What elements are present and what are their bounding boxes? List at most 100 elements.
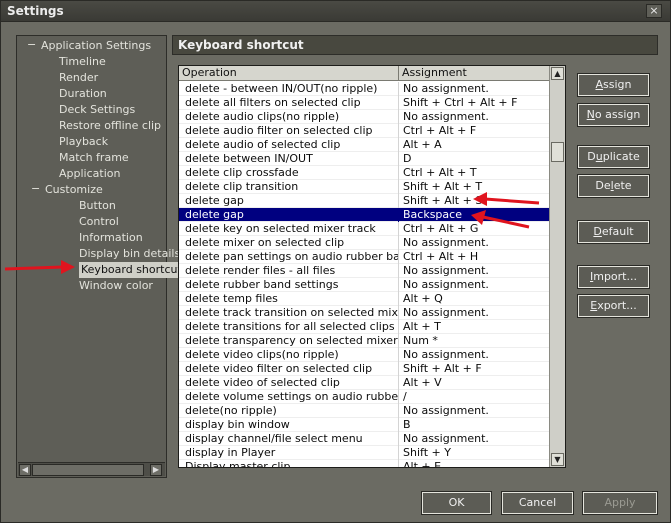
operation-cell: display channel/file select menu xyxy=(179,432,399,446)
operation-cell: delete gap xyxy=(179,194,399,208)
operation-cell: delete(no ripple) xyxy=(179,404,399,418)
annotation-arrow-icon xyxy=(471,210,530,229)
tree-item[interactable]: Duration xyxy=(59,86,107,102)
collapse-icon[interactable]: − xyxy=(31,182,40,195)
tree-item[interactable]: Application Settings xyxy=(41,38,151,54)
shortcut-table[interactable]: Operation Assignment delete - between IN… xyxy=(178,65,566,468)
tree-item[interactable]: Customize xyxy=(45,182,103,198)
table-row[interactable]: delete video of selected clip Alt + V xyxy=(179,376,550,390)
apply-button[interactable]: Apply xyxy=(582,491,658,515)
table-row[interactable]: delete mixer on selected clip No assignme… xyxy=(179,236,550,250)
assignment-cell: Alt + V xyxy=(403,376,442,389)
operation-cell: delete clip transition xyxy=(179,180,399,194)
assignment-cell: Alt + Q xyxy=(403,292,443,305)
tree-item[interactable]: Render xyxy=(59,70,98,86)
table-row[interactable]: delete video clips(no ripple) No assignme… xyxy=(179,348,550,362)
tree-item[interactable]: Match frame xyxy=(59,150,129,166)
scroll-right-icon[interactable]: ▶ xyxy=(150,464,162,476)
table-row[interactable]: delete track transition on selected mixe… xyxy=(179,306,550,320)
tree-item[interactable]: Application xyxy=(59,166,120,182)
tree-horizontal-scrollbar[interactable]: ◀ ▶ xyxy=(18,462,165,476)
delete-button[interactable]: Delete xyxy=(577,174,650,198)
no-assign-label-accel: N xyxy=(586,108,595,121)
table-row[interactable]: delete pan settings on audio rubber band… xyxy=(179,250,550,264)
title-bar: Settings × xyxy=(1,1,670,22)
column-header-assignment[interactable]: Assignment xyxy=(399,66,550,81)
operation-cell: delete volume settings on audio rubber b… xyxy=(179,390,399,404)
table-row[interactable]: delete rubber band settings No assignment… xyxy=(179,278,550,292)
table-row[interactable]: delete audio of selected clip Alt + A xyxy=(179,138,550,152)
tree-item[interactable]: Information xyxy=(79,230,143,246)
operation-cell: delete all filters on selected clip xyxy=(179,96,399,110)
export-button[interactable]: Export... xyxy=(577,294,650,318)
table-row[interactable]: delete render files - all files No assign… xyxy=(179,264,550,278)
table-row[interactable]: delete audio filter on selected clip Ctrl… xyxy=(179,124,550,138)
assignment-cell: No assignment. xyxy=(403,82,489,95)
table-row[interactable]: display channel/file select menu No assig… xyxy=(179,432,550,446)
tree-item[interactable]: Timeline xyxy=(59,54,106,70)
annotation-arrow-icon xyxy=(4,260,75,274)
table-row[interactable]: delete all filters on selected clip Shift… xyxy=(179,96,550,110)
settings-window: Settings × ◀ ▶ − Application Settings Time… xyxy=(0,0,671,523)
duplicate-button[interactable]: Duplicate xyxy=(577,145,650,169)
assignment-cell: Ctrl + Alt + T xyxy=(403,166,477,179)
default-button[interactable]: Default xyxy=(577,220,650,244)
collapse-icon[interactable]: − xyxy=(27,38,36,51)
operation-cell: delete - between IN/OUT(no ripple) xyxy=(179,82,399,96)
operation-cell: delete video filter on selected clip xyxy=(179,362,399,376)
tree-item[interactable]: Deck Settings xyxy=(59,102,135,118)
table-row[interactable]: delete temp files Alt + Q xyxy=(179,292,550,306)
tree-item[interactable]: Display bin details xyxy=(79,246,180,262)
operation-cell: delete video of selected clip xyxy=(179,376,399,390)
assignment-cell: Alt + E xyxy=(403,460,442,468)
operation-cell: delete track transition on selected mixe… xyxy=(179,306,399,320)
close-icon[interactable]: × xyxy=(646,4,662,18)
tree-item[interactable]: Button xyxy=(79,198,116,214)
table-row[interactable]: delete transitions for all selected clip… xyxy=(179,320,550,334)
assignment-cell: No assignment. xyxy=(403,278,489,291)
table-row[interactable]: delete clip crossfade Ctrl + Alt + T xyxy=(179,166,550,180)
scroll-thumb[interactable] xyxy=(32,464,144,476)
assignment-cell: / xyxy=(403,390,407,403)
table-row[interactable]: delete video filter on selected clip Shif… xyxy=(179,362,550,376)
tree-item[interactable]: Window color xyxy=(79,278,153,294)
assignment-cell: No assignment. xyxy=(403,348,489,361)
assignment-cell: Ctrl + Alt + H xyxy=(403,250,479,263)
import-button[interactable]: Import... xyxy=(577,265,650,289)
operation-cell: delete between IN/OUT xyxy=(179,152,399,166)
tree-item[interactable]: Keyboard shortcut xyxy=(79,262,184,278)
scroll-left-icon[interactable]: ◀ xyxy=(19,464,31,476)
assignment-cell: No assignment. xyxy=(403,306,489,319)
cancel-button[interactable]: Cancel xyxy=(501,491,574,515)
assignment-cell: Shift + Y xyxy=(403,446,451,459)
no-assign-button[interactable]: No assign xyxy=(577,103,650,127)
operation-cell: delete audio filter on selected clip xyxy=(179,124,399,138)
table-row[interactable]: delete between IN/OUT D xyxy=(179,152,550,166)
duplicate-label-pre: D xyxy=(587,150,596,163)
assignment-cell: No assignment. xyxy=(403,264,489,277)
assignment-cell: D xyxy=(403,152,412,165)
tree-item[interactable]: Control xyxy=(79,214,119,230)
assignment-cell: Shift + Ctrl + Alt + F xyxy=(403,96,518,109)
column-header-operation[interactable]: Operation xyxy=(179,66,399,81)
import-label-post: mport... xyxy=(593,270,637,283)
duplicate-label-accel: u xyxy=(595,150,603,163)
table-row[interactable]: display bin window B xyxy=(179,418,550,432)
table-vertical-scrollbar[interactable]: ▲ ▼ xyxy=(549,66,565,467)
ok-button[interactable]: OK xyxy=(421,491,492,515)
scroll-up-icon[interactable]: ▲ xyxy=(551,67,564,80)
table-row[interactable]: Display master clip Alt + E xyxy=(179,460,550,468)
table-row[interactable]: delete volume settings on audio rubber b… xyxy=(179,390,550,404)
table-row[interactable]: delete audio clips(no ripple) No assignme… xyxy=(179,110,550,124)
duplicate-label-post: plicate xyxy=(602,150,640,163)
assign-label-post: ssign xyxy=(603,78,632,91)
table-row[interactable]: delete transparency on selected mixer tr… xyxy=(179,334,550,348)
table-row[interactable]: delete(no ripple) No assignment. xyxy=(179,404,550,418)
table-row[interactable]: delete - between IN/OUT(no ripple) No ass… xyxy=(179,82,550,96)
scroll-down-icon[interactable]: ▼ xyxy=(551,453,564,466)
tree-item[interactable]: Restore offline clip xyxy=(59,118,161,134)
assign-button[interactable]: Assign xyxy=(577,73,650,97)
tree-item[interactable]: Playback xyxy=(59,134,108,150)
scroll-thumb[interactable] xyxy=(551,142,564,162)
table-row[interactable]: display in Player Shift + Y xyxy=(179,446,550,460)
